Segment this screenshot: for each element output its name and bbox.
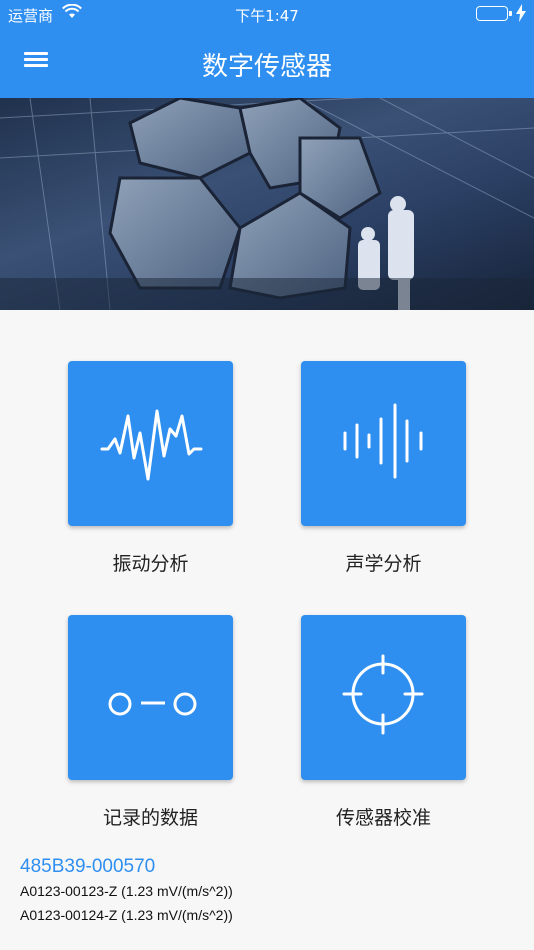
tile-label-calibration: 传感器校准 (335, 807, 431, 829)
tile-label-acoustic: 声学分析 (345, 553, 422, 575)
status-time: 下午1:47 (235, 7, 299, 25)
sensor-calibration-tile[interactable] (301, 615, 466, 780)
vibration-analysis-tile[interactable] (68, 361, 233, 526)
status-bar: 运营商 下午1:47 (0, 0, 534, 28)
sound-bars-icon (343, 403, 423, 479)
sensor-channel: A0123-00124-Z (1.23 mV/(m/s^2)) (20, 907, 233, 923)
recorded-data-tile[interactable] (68, 615, 233, 780)
hero-image (0, 98, 534, 310)
sensor-channel: A0123-00123-Z (1.23 mV/(m/s^2)) (20, 883, 233, 899)
app-bar: 运营商 下午1:47 数字传感器 (0, 0, 534, 98)
page-title: 数字传感器 (201, 52, 332, 82)
sensor-id[interactable]: 485B39-000570 (20, 856, 155, 878)
tile-label-vibration: 振动分析 (112, 553, 189, 575)
charging-icon (516, 4, 526, 26)
acoustic-analysis-tile[interactable] (301, 361, 466, 526)
crosshair-icon (342, 654, 424, 735)
conveyor-icon (108, 692, 197, 716)
battery-icon (476, 6, 512, 21)
tile-label-recorded: 记录的数据 (102, 807, 198, 829)
waveform-icon (100, 409, 203, 481)
